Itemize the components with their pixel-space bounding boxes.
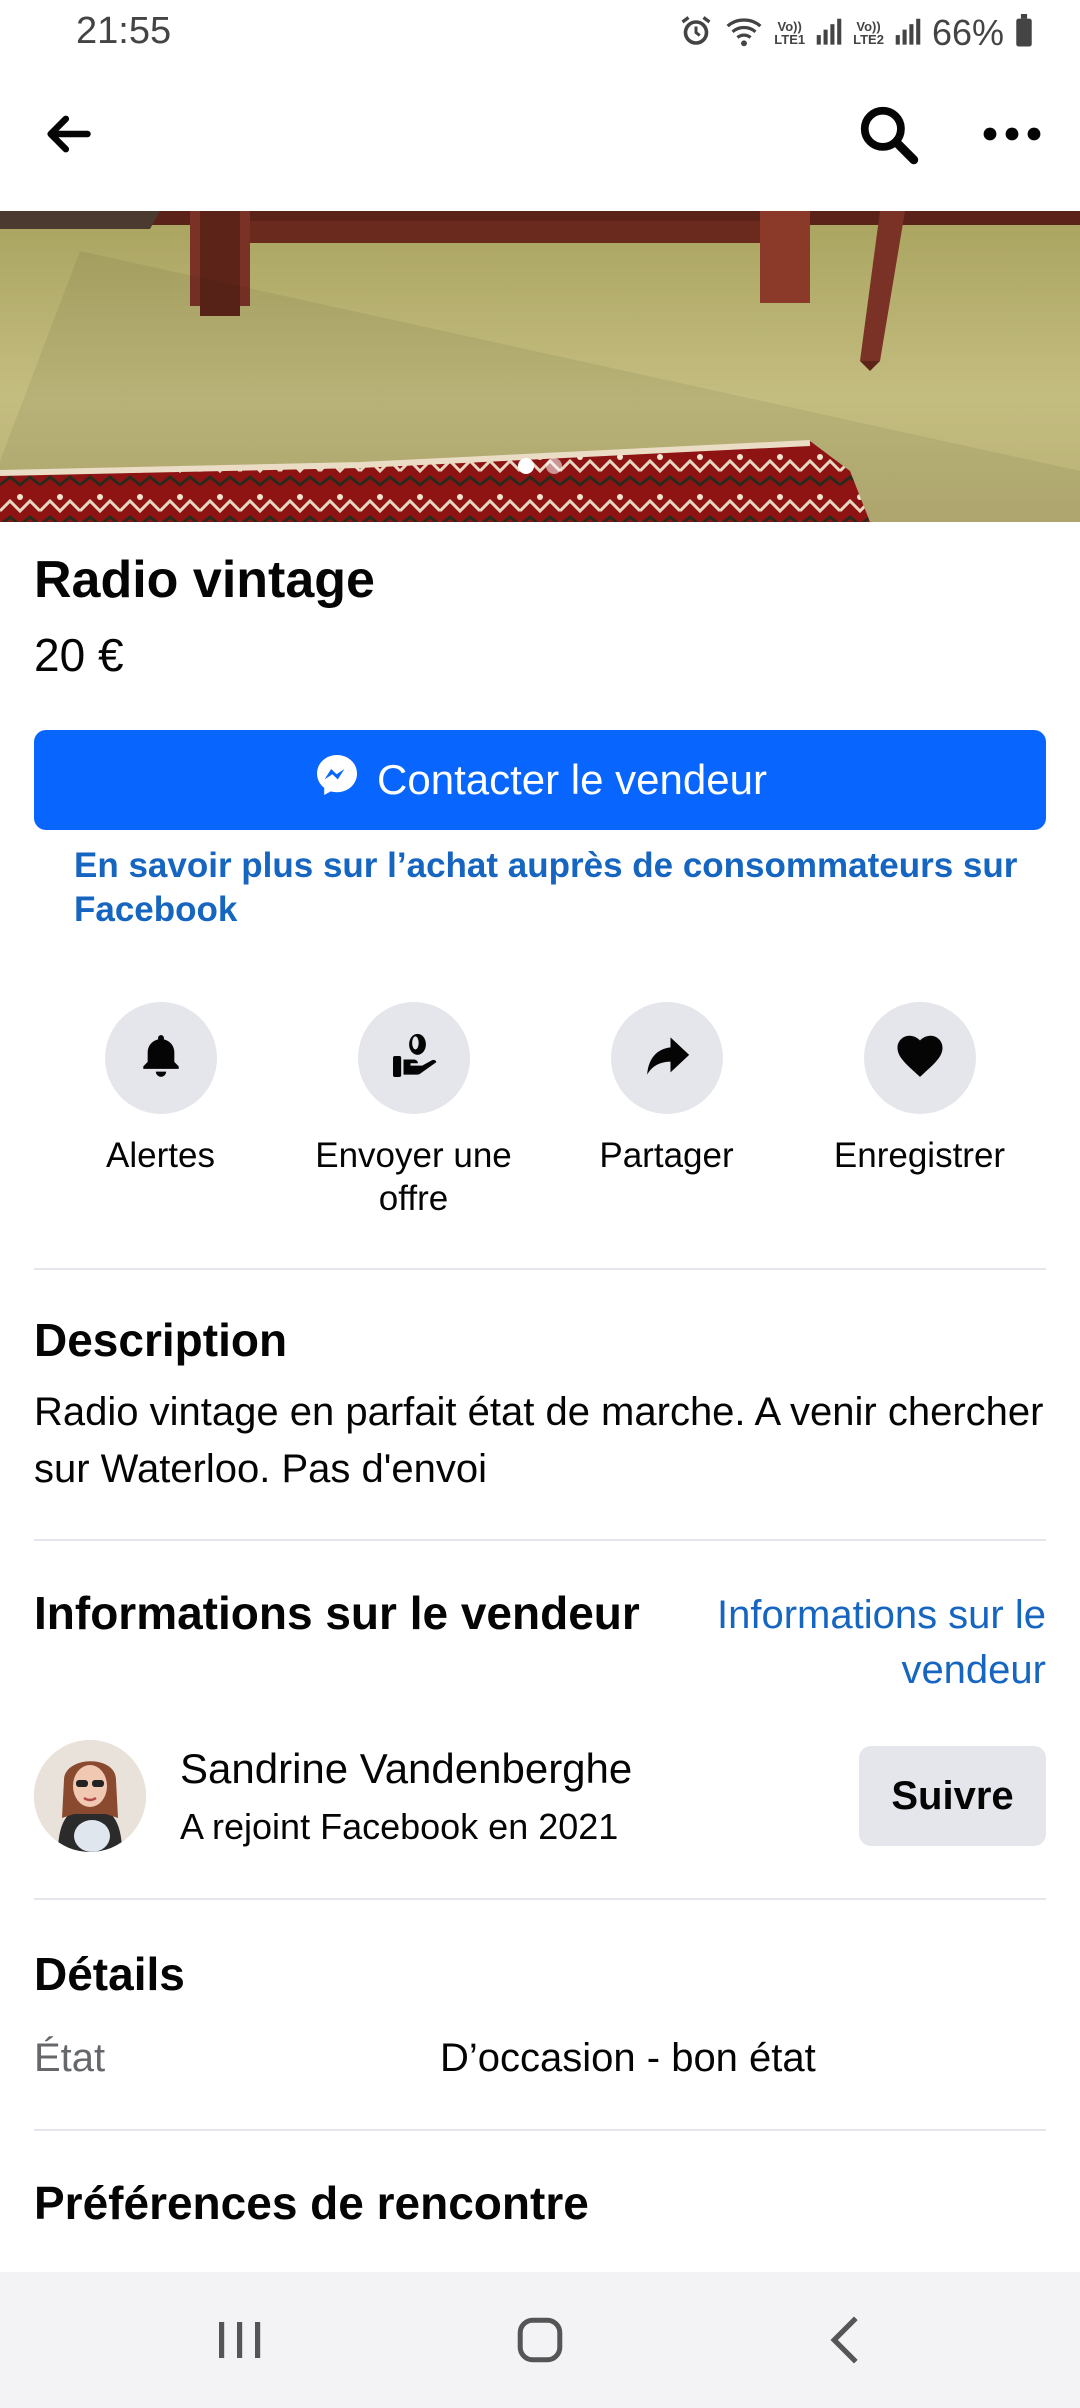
offer-hand-icon [386, 1028, 442, 1089]
share-icon [639, 1028, 695, 1089]
carousel-dot-active[interactable] [518, 458, 534, 474]
send-offer-button[interactable]: Envoyer une offre [287, 1002, 540, 1232]
save-circle[interactable] [863, 1002, 976, 1114]
wifi-icon [724, 13, 764, 54]
share-label: Partager [599, 1136, 734, 1175]
divider [34, 2129, 1046, 2131]
listing-photo[interactable] [0, 211, 1080, 522]
divider [34, 1268, 1046, 1270]
send-offer-label: Envoyer une offre [315, 1136, 512, 1218]
status-icons: Vo)) LTE1 Vo)) LTE2 66% [678, 12, 1034, 54]
search-button[interactable] [848, 96, 928, 176]
status-bar: 21:55 Vo)) LTE1 Vo)) LTE2 66% [0, 0, 1080, 66]
alerts-label: Alertes [106, 1136, 215, 1175]
action-row: Alertes Envoyer une offre Partager Enreg… [34, 1002, 1046, 1232]
seller-info-link[interactable]: Informations sur le vendeur [706, 1588, 1046, 1698]
seller-info-heading: Informations sur le vendeur [34, 1587, 640, 1639]
system-back-button[interactable] [785, 2302, 905, 2382]
network-label-1: Vo)) LTE1 [774, 19, 806, 47]
description-heading: Description [34, 1314, 288, 1366]
seller-joined: A rejoint Facebook en 2021 [180, 1806, 619, 1847]
carousel-dot[interactable] [546, 458, 562, 474]
bell-icon [136, 1031, 186, 1086]
divider [34, 1898, 1046, 1900]
description-text: Radio vintage en parfait état de marche.… [34, 1390, 1044, 1491]
learn-more-link[interactable]: En savoir plus sur l’achat auprès de con… [74, 844, 1034, 932]
signal-icon [815, 16, 843, 51]
send-offer-circle[interactable] [357, 1002, 470, 1114]
save-button[interactable]: Enregistrer [793, 1002, 1046, 1232]
follow-button[interactable]: Suivre [859, 1746, 1046, 1846]
share-button[interactable]: Partager [540, 1002, 793, 1232]
alerts-circle[interactable] [104, 1002, 217, 1114]
avatar[interactable] [34, 1740, 146, 1852]
seller-name[interactable]: Sandrine Vandenberghe [180, 1745, 632, 1793]
listing-title: Radio vintage [34, 551, 375, 609]
divider [34, 1539, 1046, 1541]
carousel-dots [0, 458, 1080, 474]
details-heading: Détails [34, 1948, 185, 2000]
battery-percent: 66% [931, 12, 1004, 53]
back-arrow-icon [42, 108, 94, 165]
avatar-image [34, 1740, 146, 1852]
signal-icon [894, 16, 922, 51]
messenger-icon [313, 751, 361, 809]
alerts-button[interactable]: Alertes [34, 1002, 287, 1232]
network-label-2: Vo)) LTE2 [853, 19, 884, 47]
listing-photo-image [0, 211, 1080, 522]
app-bar [0, 66, 1080, 211]
listing-price: 20 € [34, 629, 124, 681]
share-circle[interactable] [610, 1002, 723, 1114]
home-icon [515, 2315, 565, 2370]
recent-apps-icon [215, 2316, 265, 2369]
back-icon [825, 2314, 865, 2371]
more-options-button[interactable] [972, 96, 1052, 176]
system-nav-bar [0, 2272, 1080, 2408]
back-button[interactable] [28, 96, 108, 176]
condition-label: État [34, 2036, 106, 2080]
condition-value: D’occasion - bon état [440, 2036, 816, 2080]
contact-seller-button[interactable]: Contacter le vendeur [34, 730, 1046, 830]
recent-apps-button[interactable] [180, 2302, 300, 2382]
save-label: Enregistrer [833, 1136, 1006, 1175]
home-button[interactable] [480, 2302, 600, 2382]
more-icon [982, 124, 1042, 149]
meeting-preferences-heading: Préférences de rencontre [34, 2177, 589, 2229]
contact-seller-label: Contacter le vendeur [377, 756, 767, 803]
battery-icon [1014, 13, 1034, 53]
search-icon [857, 103, 919, 170]
heart-icon [893, 1029, 947, 1088]
alarm-icon [678, 13, 714, 54]
status-time: 21:55 [76, 10, 172, 52]
